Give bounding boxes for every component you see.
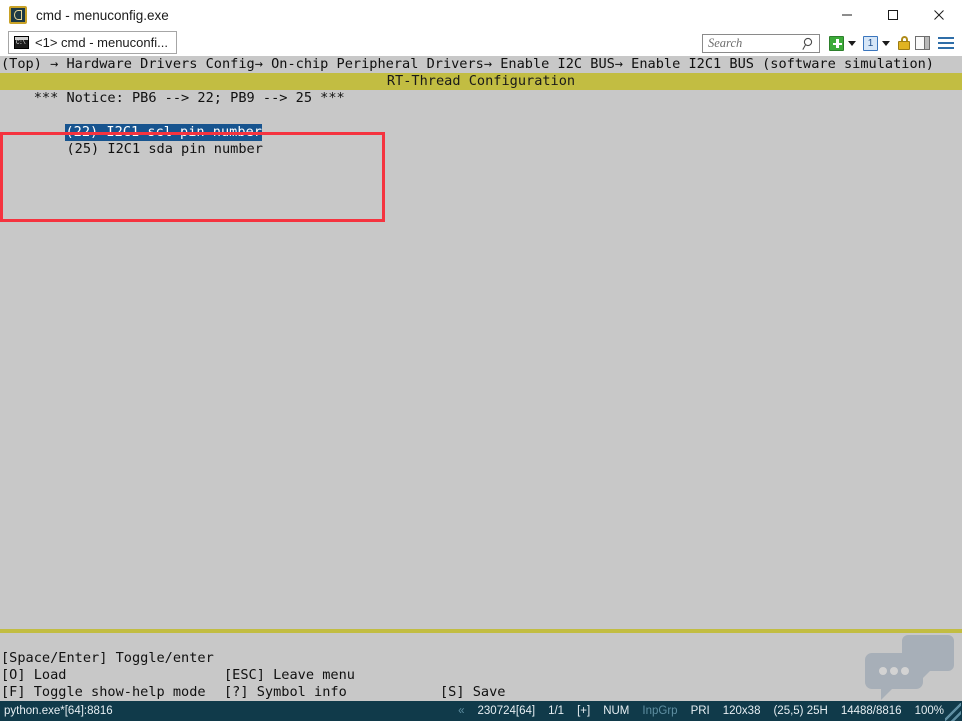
status-zoom: 100% <box>914 705 944 717</box>
help-row: [O] Load [?] Symbol info [/] Jump to sym… <box>0 650 962 700</box>
menu-item-i2c1-sda[interactable]: (25) I2C1 sda pin number <box>66 141 262 157</box>
conemu-icon <box>9 6 27 24</box>
status-plus: [+] <box>577 705 591 717</box>
search-box[interactable]: Search <box>702 33 820 56</box>
window-title: cmd - menuconfig.exe <box>36 7 169 23</box>
new-console-dropdown-icon[interactable] <box>848 40 856 46</box>
new-console-icon <box>829 35 844 51</box>
console-tab[interactable]: <1> cmd - menuconfi... <box>8 31 177 54</box>
status-build: 230724[64] <box>477 705 536 717</box>
lock-icon <box>897 35 911 51</box>
split-pane-button[interactable] <box>915 36 930 50</box>
status-pri: PRI <box>690 705 710 717</box>
status-size: 120x38 <box>722 705 761 717</box>
status-memory: 14488/8816 <box>840 705 902 717</box>
lock-button[interactable] <box>897 35 911 51</box>
tab-strip: <1> cmd - menuconfi... Search 1 <box>0 30 962 56</box>
status-collapse-icon[interactable]: « <box>458 705 464 717</box>
search-icon <box>802 37 815 56</box>
notice-line: *** Notice: PB6 --> 22; PB9 --> 25 *** <box>1 90 345 106</box>
title-bar: cmd - menuconfig.exe <box>0 0 962 30</box>
resize-grip[interactable] <box>945 703 961 721</box>
console-dropdown-icon[interactable] <box>882 40 890 46</box>
split-pane-icon <box>915 36 930 50</box>
help-bar: [Space/Enter] Toggle/enter [ESC] Leave m… <box>0 629 962 701</box>
minimize-button[interactable] <box>824 0 870 30</box>
close-button[interactable] <box>916 0 962 30</box>
status-pages: 1/1 <box>548 705 565 717</box>
status-num: NUM <box>603 705 630 717</box>
status-process: python.exe*[64]:8816 <box>4 705 113 717</box>
cmd-console-icon <box>14 36 29 49</box>
active-console-button[interactable]: 1 <box>863 35 878 51</box>
help-row: [Space/Enter] Toggle/enter [ESC] Leave m… <box>0 633 962 700</box>
search-input[interactable]: Search <box>708 36 742 51</box>
terminal-screen[interactable]: (Top) → Hardware Drivers Config→ On-chip… <box>0 56 962 701</box>
status-right-group: « 230724[64] 1/1 [+] NUM InpGrp PRI 120x… <box>445 705 944 717</box>
config-title-bar: RT-Thread Configuration <box>0 73 962 90</box>
help-row: [F] Toggle show-help mode [C] Toggle sho… <box>0 667 962 700</box>
conemu-window: cmd - menuconfig.exe <1> cmd - menuconfi… <box>0 0 962 721</box>
toolbar: Search 1 <box>702 32 956 54</box>
status-cursor: (25,5) 25H <box>773 705 828 717</box>
help-row: [Q] Quit (prompts for save) [D] Save min… <box>0 684 962 701</box>
chat-bubble-watermark <box>862 633 958 701</box>
console-tab-label: <1> cmd - menuconfi... <box>35 35 168 50</box>
status-inpgrp: InpGrp <box>642 705 678 717</box>
list-item[interactable]: (22) I2C1 scl pin number <box>0 107 962 141</box>
menu-button[interactable] <box>934 37 954 49</box>
new-console-button[interactable] <box>829 35 844 51</box>
menu-item-i2c1-scl[interactable]: (22) I2C1 scl pin number <box>65 124 262 141</box>
breadcrumb: (Top) → Hardware Drivers Config→ On-chip… <box>0 56 962 73</box>
menu-list: *** Notice: PB6 --> 22; PB9 --> 25 *** (… <box>0 90 962 157</box>
maximize-button[interactable] <box>870 0 916 30</box>
window-controls <box>824 0 962 30</box>
active-console-icon: 1 <box>863 35 878 51</box>
status-bar: python.exe*[64]:8816 « 230724[64] 1/1 [+… <box>0 701 962 721</box>
menu-icon <box>938 37 954 49</box>
